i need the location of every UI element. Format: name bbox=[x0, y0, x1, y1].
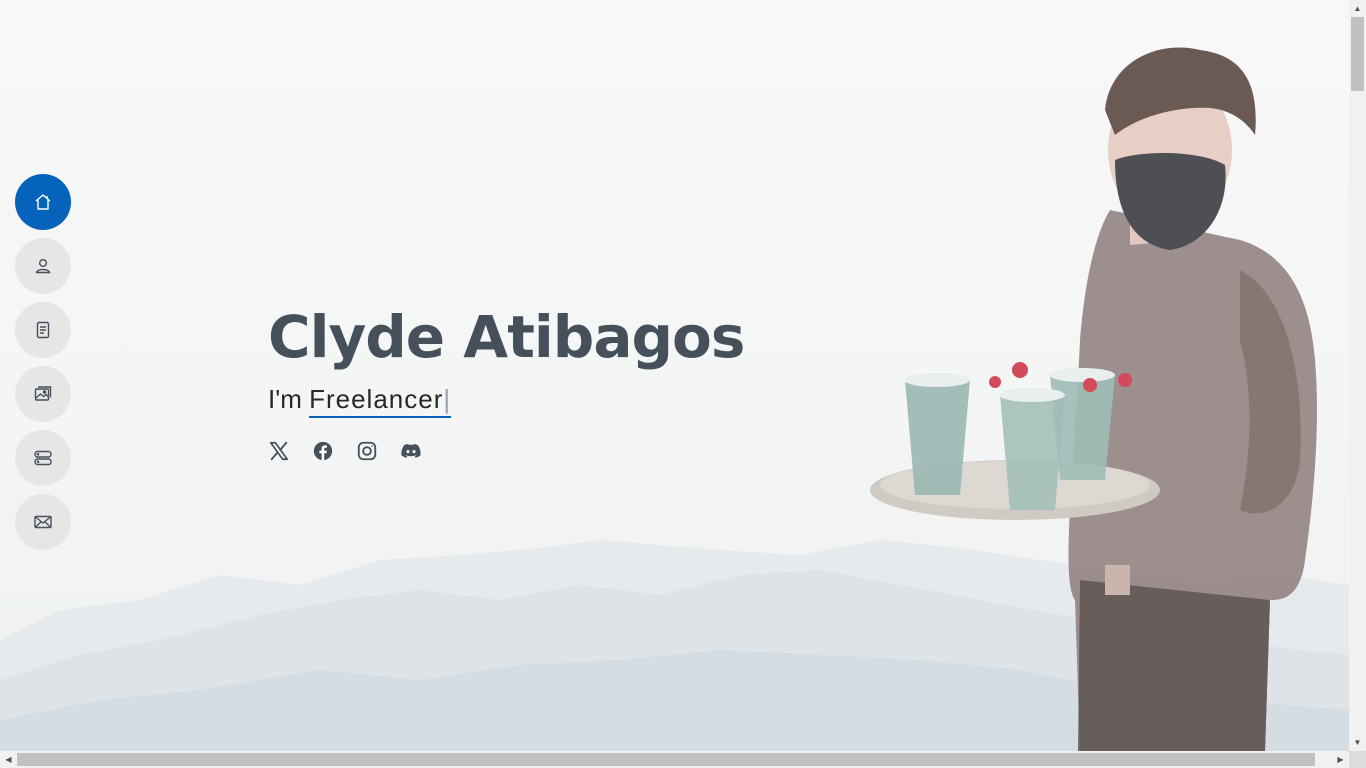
nav-home[interactable] bbox=[15, 174, 71, 230]
server-icon bbox=[34, 450, 52, 466]
home-icon bbox=[35, 194, 51, 210]
social-discord-link[interactable] bbox=[400, 440, 422, 462]
x-twitter-icon bbox=[269, 441, 289, 461]
scroll-up-arrow-icon[interactable]: ▲ bbox=[1349, 0, 1366, 17]
horizontal-scrollbar[interactable]: ◀ ▶ bbox=[0, 751, 1349, 768]
hero-section: Clyde Atibagos I'm Freelancer| bbox=[0, 0, 1349, 751]
hero-content: Clyde Atibagos I'm Freelancer| bbox=[268, 300, 745, 462]
vertical-scrollbar[interactable]: ▲ ▼ bbox=[1349, 0, 1366, 751]
profile-photo bbox=[870, 47, 1317, 751]
scroll-down-arrow-icon[interactable]: ▼ bbox=[1349, 734, 1366, 751]
scroll-left-arrow-icon[interactable]: ◀ bbox=[0, 751, 17, 768]
envelope-icon bbox=[34, 515, 52, 529]
typed-word: Freelancer bbox=[309, 384, 444, 414]
horizontal-scroll-thumb[interactable] bbox=[17, 753, 1315, 766]
discord-icon bbox=[401, 443, 421, 458]
nav-about[interactable] bbox=[15, 238, 71, 294]
social-x-link[interactable] bbox=[268, 440, 290, 462]
typed-role: Freelancer| bbox=[309, 382, 452, 418]
nav-contact[interactable] bbox=[15, 494, 71, 550]
social-links bbox=[268, 440, 744, 462]
images-icon bbox=[34, 386, 52, 401]
person-icon bbox=[35, 259, 51, 274]
hero-name: Clyde Atibagos bbox=[268, 303, 745, 371]
nav-portfolio[interactable] bbox=[15, 366, 71, 422]
instagram-icon bbox=[357, 441, 377, 461]
nav-resume[interactable] bbox=[15, 302, 71, 358]
social-facebook-link[interactable] bbox=[312, 440, 334, 462]
hero-subtitle: I'm Freelancer| bbox=[268, 382, 744, 418]
scrollbar-corner bbox=[1349, 751, 1366, 768]
social-instagram-link[interactable] bbox=[356, 440, 378, 462]
typed-cursor: | bbox=[443, 384, 452, 414]
vertical-scroll-thumb[interactable] bbox=[1351, 17, 1364, 91]
side-nav bbox=[15, 174, 71, 550]
file-text-icon bbox=[36, 321, 50, 339]
hero-prefix: I'm bbox=[268, 384, 310, 414]
scroll-right-arrow-icon[interactable]: ▶ bbox=[1332, 751, 1349, 768]
nav-services[interactable] bbox=[15, 430, 71, 486]
facebook-icon bbox=[313, 441, 333, 461]
